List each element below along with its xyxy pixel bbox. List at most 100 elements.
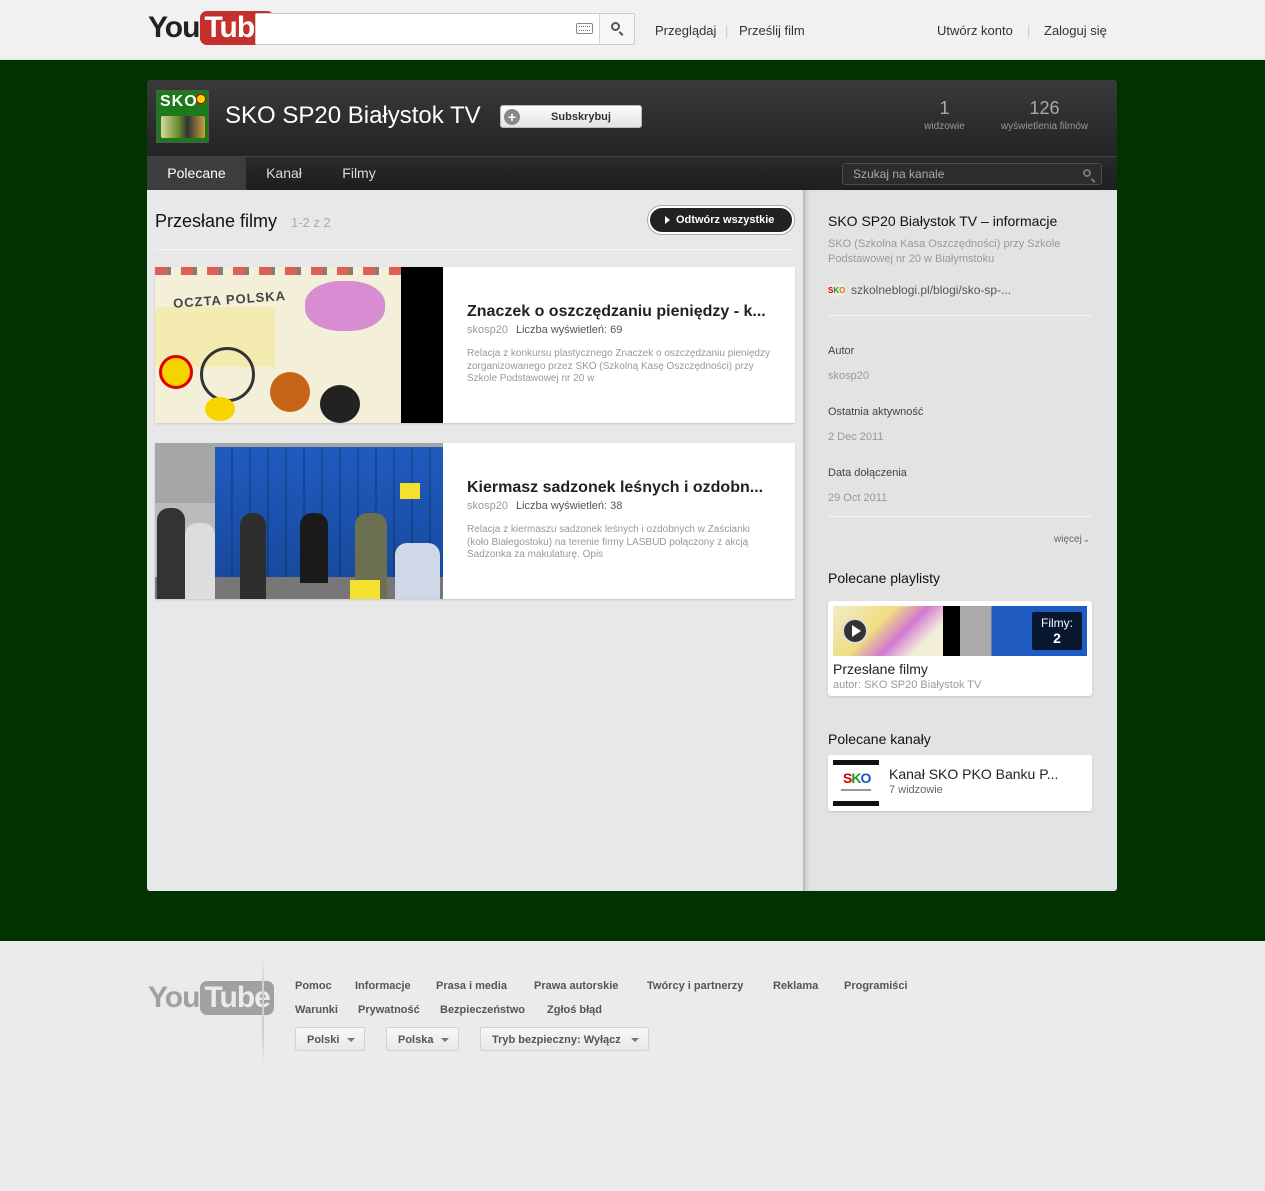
website-favicon-icon: SKO xyxy=(828,283,846,297)
featured-channel-avatar[interactable]: SKO xyxy=(833,760,879,806)
website-url: szkolneblogi.pl/blogi/sko-sp-... xyxy=(851,283,1012,297)
featured-channels-title: Polecane kanały xyxy=(828,731,931,747)
thumb-shape xyxy=(401,267,443,423)
safety-mode-select[interactable]: Tryb bezpieczny: Wyłącz xyxy=(480,1027,649,1051)
joined-value: 29 Oct 2011 xyxy=(828,492,888,504)
sidebar: SKO SP20 Białystok TV – informacje SKO (… xyxy=(803,190,1117,891)
masthead: You Tube Przeglądaj | Prześlij film Utwó… xyxy=(0,0,1265,60)
avatar-illustration xyxy=(161,116,205,138)
country-select[interactable]: Polska xyxy=(386,1027,459,1051)
playlist-name[interactable]: Przesłane filmy xyxy=(833,661,928,677)
channel-avatar[interactable]: SKO xyxy=(156,90,209,143)
sign-in-link[interactable]: Zaloguj się xyxy=(1044,23,1107,38)
featured-channel-logo: SKO xyxy=(843,770,871,786)
thumb-shape xyxy=(320,385,360,423)
featured-channel-name[interactable]: Kanał SKO PKO Banku P... xyxy=(889,766,1074,782)
subscribe-button[interactable]: + Subskrybuj xyxy=(500,105,642,128)
search-input[interactable] xyxy=(256,14,599,44)
thumb-shape xyxy=(159,355,193,389)
keyboard-icon[interactable] xyxy=(576,23,593,34)
thumb-shape xyxy=(200,347,255,402)
video-thumbnail[interactable]: OCZTA POLSKA xyxy=(155,267,443,423)
footer-link-copyright[interactable]: Prawa autorskie xyxy=(534,980,618,992)
about-title: SKO SP20 Białystok TV – informacje xyxy=(828,213,1058,229)
video-card[interactable]: OCZTA POLSKA Znaczek o oszczędzaniu pien… xyxy=(155,267,795,423)
footer-link-report-bug[interactable]: Zgłoś błąd xyxy=(547,1004,602,1016)
subscriber-stat: 1 widzowie xyxy=(917,98,972,132)
author-value: skosp20 xyxy=(828,370,869,382)
channel-avatar-text: SKO xyxy=(160,93,198,110)
thumb-shape xyxy=(155,267,401,275)
tab-channel[interactable]: Kanał xyxy=(246,157,322,190)
logo-you-text: You xyxy=(148,11,200,44)
play-all-button[interactable]: Odtwórz wszystkie xyxy=(648,206,794,234)
divider xyxy=(828,516,1092,517)
separator: | xyxy=(725,23,729,38)
chevron-down-icon xyxy=(347,1038,355,1042)
playlist-card[interactable]: Filmy: 2 Przesłane filmy autor: SKO SP20… xyxy=(828,601,1092,696)
thumb-shape xyxy=(270,372,310,412)
country-value: Polska xyxy=(398,1034,434,1046)
tab-videos[interactable]: Filmy xyxy=(322,157,396,190)
thumb-shape xyxy=(240,513,266,599)
divider xyxy=(828,315,1092,316)
play-icon xyxy=(842,618,868,644)
footer-link-developers[interactable]: Programiści xyxy=(844,980,908,992)
search-button[interactable] xyxy=(599,14,634,44)
search-box xyxy=(255,13,635,45)
featured-channel-card[interactable]: SKO Kanał SKO PKO Banku P... 7 widzowie xyxy=(828,755,1092,811)
upload-link[interactable]: Prześlij film xyxy=(739,23,805,38)
play-all-label: Odtwórz wszystkie xyxy=(676,214,775,226)
subscriber-label: widzowie xyxy=(924,121,965,132)
channel-header: SKO SKO SP20 Białystok TV + Subskrybuj 1… xyxy=(147,80,1117,156)
footer-link-help[interactable]: Pomoc xyxy=(295,980,332,992)
video-views: Liczba wyświetleń: 69 xyxy=(515,324,623,336)
channel-tabs: Polecane Kanał Filmy xyxy=(147,156,1117,190)
video-views: Liczba wyświetleń: 38 xyxy=(515,500,623,512)
thumb-shape xyxy=(305,281,385,331)
subscriber-count: 1 xyxy=(939,98,950,118)
browse-link[interactable]: Przeglądaj xyxy=(655,23,716,38)
create-account-link[interactable]: Utwórz konto xyxy=(937,23,1013,38)
video-title[interactable]: Kiermasz sadzonek leśnych i ozdobn... xyxy=(467,479,772,497)
footer-link-creators[interactable]: Twórcy i partnerzy xyxy=(647,980,743,992)
footer-link-press[interactable]: Prasa i media xyxy=(436,980,507,992)
language-select[interactable]: Polski xyxy=(295,1027,365,1051)
play-icon xyxy=(665,216,670,224)
footer-link-about[interactable]: Informacje xyxy=(355,980,411,992)
video-thumbnail[interactable] xyxy=(155,443,443,599)
chevron-down-icon xyxy=(631,1038,639,1042)
website-link[interactable]: SKO szkolneblogi.pl/blogi/sko-sp-... xyxy=(828,283,1011,297)
plus-icon: + xyxy=(504,109,520,125)
video-author[interactable]: skosp20 xyxy=(467,500,508,512)
channel-search-icon[interactable] xyxy=(1083,169,1091,177)
more-link[interactable]: więcej xyxy=(1054,534,1090,545)
thumb-shape xyxy=(300,513,328,583)
playlist-thumbnail[interactable]: Filmy: 2 xyxy=(833,606,1087,656)
thumb-shape xyxy=(943,606,960,656)
avatar-dot xyxy=(196,94,206,104)
channel-search-input[interactable] xyxy=(843,164,1073,184)
video-title[interactable]: Znaczek o oszczędzaniu pieniędzy - k... xyxy=(467,303,772,321)
thumb-shape xyxy=(157,508,185,599)
footer-link-terms[interactable]: Warunki xyxy=(295,1004,338,1016)
video-card[interactable]: Kiermasz sadzonek leśnych i ozdobn... sk… xyxy=(155,443,795,599)
author-label: Autor xyxy=(828,345,855,357)
joined-label: Data dołączenia xyxy=(828,467,907,479)
tab-featured[interactable]: Polecane xyxy=(147,157,246,190)
views-label: wyświetlenia filmów xyxy=(1000,121,1089,132)
video-author[interactable]: skosp20 xyxy=(467,324,508,336)
logo-you-text: You xyxy=(148,981,200,1014)
footer-separator xyxy=(262,956,264,1066)
footer-youtube-logo[interactable]: You Tube xyxy=(148,981,274,1015)
divider xyxy=(155,249,795,250)
footer-link-advertising[interactable]: Reklama xyxy=(773,980,818,992)
separator: | xyxy=(1027,23,1031,38)
video-description: Relacja z kiermaszu sadzonek leśnych i o… xyxy=(467,524,750,560)
thumb-shape xyxy=(400,483,420,499)
thumb-shape xyxy=(395,543,440,599)
footer-link-privacy[interactable]: Prywatność xyxy=(358,1004,420,1016)
thumb-shape xyxy=(205,397,235,421)
playlist-count-value: 2 xyxy=(1053,630,1061,646)
footer-link-safety[interactable]: Bezpieczeństwo xyxy=(440,1004,525,1016)
